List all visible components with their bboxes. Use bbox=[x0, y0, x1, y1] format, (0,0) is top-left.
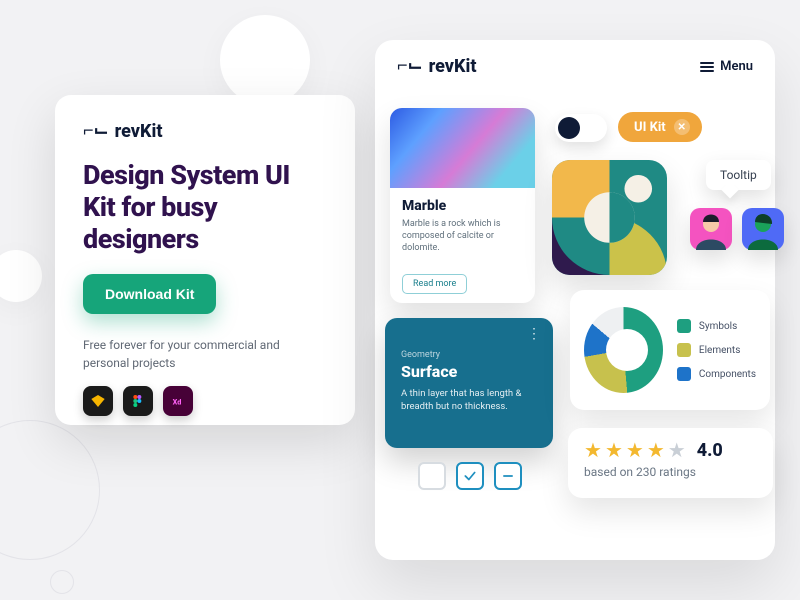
legend-item: Components bbox=[677, 367, 756, 381]
hamburger-icon bbox=[700, 62, 714, 72]
star-icon: ★ bbox=[605, 438, 623, 462]
menu-button[interactable]: Menu bbox=[700, 59, 753, 74]
surface-eyebrow: Geometry bbox=[401, 350, 537, 360]
svg-text:Xd: Xd bbox=[173, 397, 182, 406]
more-icon[interactable]: ⋮ bbox=[527, 326, 543, 342]
decor-circle bbox=[220, 15, 310, 105]
decor-ring bbox=[50, 570, 74, 594]
legend-swatch bbox=[677, 343, 691, 357]
toggle-switch[interactable] bbox=[555, 114, 607, 142]
brand-logo: ⌐⌙ revKit bbox=[83, 121, 327, 142]
marble-desc: Marble is a rock which is composed of ca… bbox=[402, 218, 523, 254]
rating-subtext: based on 230 ratings bbox=[584, 465, 757, 479]
adobe-xd-icon: Xd bbox=[163, 386, 193, 416]
avatar bbox=[742, 208, 784, 250]
surface-title: Surface bbox=[401, 362, 537, 381]
donut-legend: Symbols Elements Components bbox=[677, 319, 756, 381]
surface-desc: A thin layer that has length & breadth b… bbox=[401, 387, 537, 414]
hero-headline: Design System UI Kit for busy designers bbox=[83, 160, 327, 256]
hero-subtext: Free forever for your commercial and per… bbox=[83, 336, 283, 372]
decor-circle bbox=[0, 250, 42, 302]
rating-stars: ★ ★ ★ ★ ★ 4.0 bbox=[584, 438, 757, 462]
hero-card: ⌐⌙ revKit Design System UI Kit for busy … bbox=[55, 95, 355, 425]
star-icon: ★ bbox=[626, 438, 644, 462]
legend-swatch bbox=[677, 319, 691, 333]
legend-label: Elements bbox=[699, 345, 740, 356]
figma-icon bbox=[123, 386, 153, 416]
marble-image bbox=[390, 108, 535, 188]
surface-card: ⋮ Geometry Surface A thin layer that has… bbox=[385, 318, 553, 448]
checkbox-row bbox=[418, 462, 522, 490]
marble-title: Marble bbox=[402, 198, 523, 214]
legend-swatch bbox=[677, 367, 691, 381]
pattern-tile bbox=[552, 160, 667, 275]
checkbox-checked[interactable] bbox=[456, 462, 484, 490]
checkbox-indeterminate[interactable] bbox=[494, 462, 522, 490]
marble-card: Marble Marble is a rock which is compose… bbox=[390, 108, 535, 303]
sketch-icon bbox=[83, 386, 113, 416]
tooltip-text: Tooltip bbox=[720, 168, 757, 182]
tooltip: Tooltip bbox=[706, 160, 771, 190]
brand-mark-icon: ⌐⌙ bbox=[83, 120, 109, 141]
brand-name: revKit bbox=[115, 121, 163, 142]
brand-mark-icon: ⌐⌙ bbox=[397, 55, 423, 76]
legend-item: Symbols bbox=[677, 319, 756, 333]
panel-brand-logo: ⌐⌙ revKit bbox=[397, 56, 476, 77]
menu-label: Menu bbox=[720, 59, 753, 74]
legend-label: Components bbox=[699, 369, 756, 380]
rating-score: 4.0 bbox=[697, 440, 723, 461]
legend-item: Elements bbox=[677, 343, 756, 357]
chip-label: UI Kit bbox=[634, 120, 666, 135]
tool-icon-row: Xd bbox=[83, 386, 327, 416]
download-button[interactable]: Download Kit bbox=[83, 274, 216, 314]
uikit-chip[interactable]: UI Kit ✕ bbox=[618, 112, 702, 142]
star-icon: ★ bbox=[647, 438, 665, 462]
star-icon: ★ bbox=[584, 438, 602, 462]
read-more-button[interactable]: Read more bbox=[402, 274, 467, 294]
donut-chart bbox=[584, 307, 663, 393]
legend-label: Symbols bbox=[699, 321, 737, 332]
decor-ring bbox=[0, 420, 100, 560]
avatar bbox=[690, 208, 732, 250]
star-icon: ★ bbox=[668, 438, 686, 462]
rating-card: ★ ★ ★ ★ ★ 4.0 based on 230 ratings bbox=[568, 428, 773, 498]
close-icon[interactable]: ✕ bbox=[674, 119, 690, 135]
toggle-knob bbox=[558, 117, 580, 139]
panel-brand-name: revKit bbox=[429, 56, 477, 77]
checkbox-unchecked[interactable] bbox=[418, 462, 446, 490]
donut-card: Symbols Elements Components bbox=[570, 290, 770, 410]
